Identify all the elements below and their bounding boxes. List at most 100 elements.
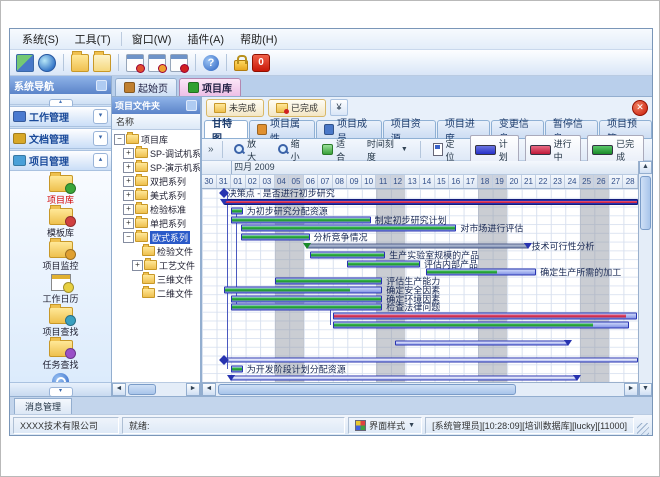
locate-button[interactable]: 定位 xyxy=(427,141,468,159)
resize-grip[interactable] xyxy=(637,423,649,435)
gantt-bar[interactable] xyxy=(231,365,243,372)
menu-item[interactable]: 窗口(W) xyxy=(124,29,180,49)
scroll-thumb[interactable] xyxy=(218,384,516,395)
scroll-right-button[interactable]: ► xyxy=(186,383,200,396)
tree-item-二维文件[interactable]: 二维文件 xyxy=(112,286,200,300)
menu-item[interactable]: 工具(T) xyxy=(67,29,119,49)
menu-item[interactable]: 系统(S) xyxy=(14,29,67,49)
gantt-horizontal-scrollbar[interactable]: ◄ ► xyxy=(202,382,638,396)
exit-icon[interactable]: 0 xyxy=(252,54,270,72)
tree-expander[interactable]: + xyxy=(123,148,134,159)
message-manager-tab[interactable]: 消息管理 xyxy=(14,398,72,414)
zoom-in-button[interactable]: 放大 xyxy=(228,141,269,159)
progress-fill xyxy=(311,253,385,256)
report-edit-icon[interactable] xyxy=(148,54,166,72)
gantt-bar[interactable] xyxy=(333,313,637,320)
tree-horizontal-scrollbar[interactable]: ◄ ► xyxy=(112,382,200,396)
sidebar-item-任务查找[interactable]: 任务查找 xyxy=(10,339,111,372)
gantt-bar[interactable] xyxy=(275,278,383,285)
scroll-right-button[interactable]: ► xyxy=(624,383,638,396)
fit-button[interactable]: 适合 xyxy=(316,141,358,159)
gantt-vertical-scrollbar[interactable]: ▲ ▼ xyxy=(638,161,652,396)
nav-collapse-strip[interactable]: ▴ xyxy=(10,94,111,105)
toolbar-overflow-chevron[interactable]: » xyxy=(206,144,216,155)
sidebar-item-项目库[interactable]: 项目库 xyxy=(10,174,111,207)
tree-expander[interactable]: + xyxy=(123,176,134,187)
sidebar-item-项目文档查找[interactable]: 项目文档查找 xyxy=(10,372,111,382)
tab-甘特图[interactable]: 甘特图 xyxy=(204,120,248,138)
gantt-bar[interactable] xyxy=(231,295,382,302)
tree-item-双把系列[interactable]: +双把系列 xyxy=(112,174,200,188)
tree-item-欧式系列[interactable]: −欧式系列 xyxy=(112,230,200,244)
interface-style-button[interactable]: 界面样式 ▼ xyxy=(348,417,422,434)
tree-item-单把系列[interactable]: +单把系列 xyxy=(112,216,200,230)
gantt-bar[interactable] xyxy=(333,321,629,328)
pin-icon[interactable] xyxy=(186,100,197,111)
menu-item[interactable]: 插件(A) xyxy=(179,29,232,49)
nav-expand-strip[interactable]: ▾ xyxy=(10,382,111,396)
scroll-up-button[interactable]: ▲ xyxy=(639,161,652,174)
tree-expander[interactable]: + xyxy=(123,204,134,215)
open-folder-icon[interactable] xyxy=(71,54,89,72)
scroll-thumb[interactable] xyxy=(640,176,651,230)
report-flag-icon[interactable] xyxy=(170,54,188,72)
world-icon[interactable] xyxy=(38,54,56,72)
gantt-bar[interactable] xyxy=(224,286,382,293)
doc-tab-项目库[interactable]: 项目库 xyxy=(179,78,241,96)
help-icon[interactable]: ? xyxy=(203,55,219,71)
pin-icon[interactable] xyxy=(96,80,107,91)
nav-section-工作管理[interactable]: 工作管理▾ xyxy=(10,106,111,127)
gantt-bar[interactable] xyxy=(231,375,577,380)
scroll-thumb[interactable] xyxy=(128,384,156,395)
nav-section-文档管理[interactable]: 文档管理▾ xyxy=(10,128,111,149)
lock-icon[interactable] xyxy=(234,60,248,71)
scroll-left-button[interactable]: ◄ xyxy=(202,383,216,396)
gantt-bar[interactable] xyxy=(231,207,243,214)
gantt-bar[interactable] xyxy=(231,304,382,311)
scroll-left-button[interactable]: ◄ xyxy=(112,383,126,396)
filter-more-button[interactable]: ¥ xyxy=(330,99,348,116)
tree-item-美式系列[interactable]: +美式系列 xyxy=(112,188,200,202)
tree-expander[interactable]: + xyxy=(123,162,134,173)
gantt-bar[interactable] xyxy=(241,234,309,241)
chevron-icon[interactable]: ▴ xyxy=(93,153,108,168)
nav-items-panel: 项目库模板库项目监控工作日历项目查找任务查找项目文档查找 xyxy=(10,171,111,382)
zoom-out-button[interactable]: 缩小 xyxy=(272,141,313,159)
tree-item-三维文件[interactable]: 三维文件 xyxy=(112,272,200,286)
sidebar-item-项目查找[interactable]: 项目查找 xyxy=(10,306,111,339)
tree-expander[interactable]: − xyxy=(114,134,125,145)
time-scale-dropdown[interactable]: 时间刻度▼ xyxy=(361,141,414,159)
gantt-bar[interactable] xyxy=(426,269,536,276)
tree-expander[interactable]: − xyxy=(123,232,134,243)
sidebar-item-工作日历[interactable]: 工作日历 xyxy=(10,273,111,306)
folder-window-icon[interactable] xyxy=(93,54,111,72)
report-new-icon[interactable] xyxy=(126,54,144,72)
menu-item[interactable]: 帮助(H) xyxy=(232,29,285,49)
tab-项目资源[interactable]: 项目资源 xyxy=(383,120,436,138)
tree-item-SP-调试机系[interactable]: +SP-调试机系 xyxy=(112,146,200,160)
tab-项目成员[interactable]: 项目成员 xyxy=(316,120,382,138)
tree-expander[interactable]: + xyxy=(123,190,134,201)
gantt-bar[interactable] xyxy=(395,340,568,345)
nav-section-项目管理[interactable]: 项目管理▴ xyxy=(10,150,111,171)
scroll-down-button[interactable]: ▼ xyxy=(639,383,652,396)
tree-item-项目库[interactable]: −项目库 xyxy=(112,132,200,146)
gantt-bar[interactable] xyxy=(310,251,386,258)
tree-expander[interactable]: + xyxy=(132,260,143,271)
gantt-bar[interactable] xyxy=(347,260,420,267)
tab-项目属性[interactable]: 项目属性 xyxy=(249,120,315,138)
chevron-icon[interactable]: ▾ xyxy=(93,109,108,124)
chevron-icon[interactable]: ▾ xyxy=(93,131,108,146)
tree-item-工艺文件[interactable]: +工艺文件 xyxy=(112,258,200,272)
navigation-panel-icon[interactable] xyxy=(16,54,34,72)
gantt-task-label: 技术可行性分析 xyxy=(528,240,595,253)
sidebar-item-项目监控[interactable]: 项目监控 xyxy=(10,240,111,273)
tree-item-检验文件[interactable]: 检验文件 xyxy=(112,244,200,258)
sidebar-item-模板库[interactable]: 模板库 xyxy=(10,207,111,240)
tree-expander[interactable]: + xyxy=(123,218,134,229)
tree-item-检验标准[interactable]: +检验标准 xyxy=(112,202,200,216)
tree-item-SP-演示机系[interactable]: +SP-演示机系 xyxy=(112,160,200,174)
gantt-bar[interactable] xyxy=(231,216,371,223)
doc-tab-起始页[interactable]: 起始页 xyxy=(115,78,177,96)
close-icon[interactable]: ✕ xyxy=(632,100,648,116)
